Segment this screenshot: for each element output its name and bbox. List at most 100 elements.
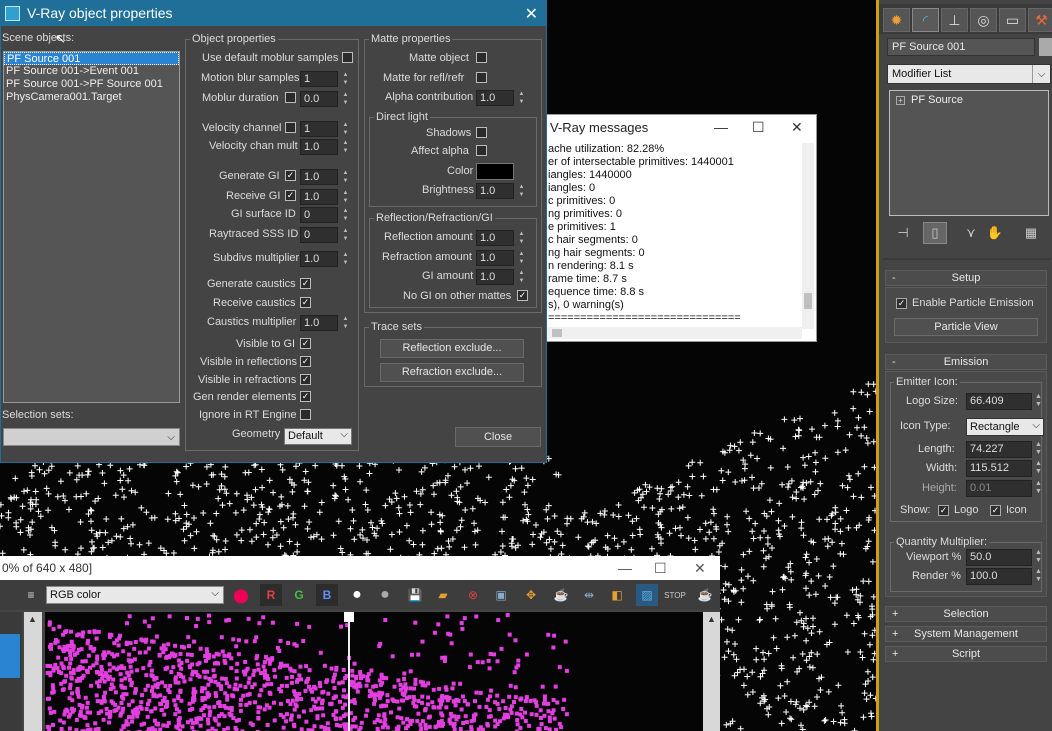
width-spinner[interactable]: ▲ ▼: [1034, 460, 1043, 477]
compare-handle[interactable]: [344, 612, 354, 622]
length-input[interactable]: 74.227: [966, 441, 1032, 458]
close-icon[interactable]: ✕: [791, 119, 803, 136]
generate-gi-input[interactable]: 1.0: [300, 169, 338, 185]
refraction-exclude-button[interactable]: Refraction exclude...: [380, 363, 524, 382]
minimize-icon[interactable]: —: [618, 560, 632, 576]
save-icon[interactable]: 💾: [404, 584, 426, 606]
enable-emission-checkbox[interactable]: ✓: [896, 298, 907, 309]
raytraced-sss-id-input[interactable]: 0: [300, 227, 338, 243]
matte-for-refl-checkbox[interactable]: [476, 72, 487, 83]
list-item[interactable]: PF Source 001: [4, 52, 179, 65]
modifier-stack[interactable]: + PF Source: [889, 90, 1049, 216]
render-percent-spinner[interactable]: ▲ ▼: [1034, 568, 1043, 585]
object-name-field[interactable]: PF Source 001: [887, 38, 1035, 56]
lens-effects-icon[interactable]: ▨: [636, 584, 658, 606]
moblur-duration-checkbox[interactable]: [285, 92, 296, 103]
gi-surface-id-input[interactable]: 0: [300, 207, 338, 223]
menu-icon[interactable]: ≡: [20, 584, 42, 606]
receive-caustics-checkbox[interactable]: ✓: [300, 297, 311, 308]
scroll-up-icon[interactable]: ▲: [28, 614, 37, 624]
generate-caustics-checkbox[interactable]: ✓: [300, 278, 311, 289]
receive-gi-input[interactable]: 1.0: [300, 189, 338, 205]
alpha-contribution-input[interactable]: 1.0: [476, 90, 514, 106]
motion-tab-icon[interactable]: ◎: [970, 8, 997, 32]
no-gi-other-mattes-checkbox[interactable]: ✓: [517, 290, 528, 301]
scrollbar-thumb[interactable]: [552, 329, 562, 337]
close-icon[interactable]: ✕: [694, 560, 706, 577]
affect-alpha-checkbox[interactable]: [476, 145, 487, 156]
stop-icon[interactable]: STOP: [664, 584, 686, 606]
make-unique-icon[interactable]: ⋎: [959, 222, 983, 244]
selection-rollout-header[interactable]: + Selection: [885, 606, 1047, 622]
pin-stack-icon[interactable]: ⊣: [891, 222, 915, 244]
stack-item-pf-source[interactable]: + PF Source: [896, 94, 963, 106]
show-end-result-icon[interactable]: ▯: [923, 222, 947, 244]
height-input[interactable]: 0.01: [966, 480, 1032, 497]
caustics-multiplier-input[interactable]: 1.0: [300, 315, 338, 331]
velocity-channel-spinner[interactable]: ▲ ▼: [341, 121, 350, 137]
gi-amount-input[interactable]: 1.0: [476, 269, 514, 285]
viewport-percent-spinner[interactable]: ▲ ▼: [1034, 549, 1043, 566]
shadows-checkbox[interactable]: [476, 127, 487, 138]
velocity-chan-mult-input[interactable]: 1.0: [300, 139, 338, 155]
geometry-dropdown[interactable]: Default ⌵: [284, 428, 352, 445]
reflection-exclude-button[interactable]: Reflection exclude...: [380, 339, 524, 358]
teapot-icon[interactable]: ☕: [550, 584, 572, 606]
use-default-moblur-checkbox[interactable]: [342, 52, 353, 63]
icon-type-dropdown[interactable]: Rectangle ⌵: [966, 418, 1044, 436]
motion-blur-samples-input[interactable]: 1: [300, 71, 338, 87]
moblur-duration-input[interactable]: 0.0: [300, 91, 338, 107]
create-tab-icon[interactable]: ✹: [883, 8, 910, 32]
horizontal-scrollbar[interactable]: [548, 327, 802, 339]
show-logo-checkbox[interactable]: ✓: [938, 505, 949, 516]
gi-amount-spinner[interactable]: ▲ ▼: [517, 269, 526, 285]
open-folder-icon[interactable]: ▰: [432, 584, 454, 606]
mono-channel-icon[interactable]: ●: [374, 584, 396, 606]
motion-blur-samples-spinner[interactable]: ▲ ▼: [341, 71, 350, 87]
left-scrollbar[interactable]: ▲: [24, 612, 42, 731]
visible-in-reflections-checkbox[interactable]: ✓: [300, 356, 311, 367]
alpha-contribution-spinner[interactable]: ▲ ▼: [517, 90, 526, 106]
logo-size-input[interactable]: 66.409: [966, 393, 1032, 410]
scrollbar-thumb[interactable]: [804, 293, 812, 309]
display-tab-icon[interactable]: ▭: [999, 8, 1026, 32]
particle-view-button[interactable]: Particle View: [894, 318, 1038, 336]
reflection-amount-spinner[interactable]: ▲ ▼: [517, 230, 526, 246]
alpha-channel-icon[interactable]: ●: [346, 584, 368, 606]
script-rollout-header[interactable]: + Script: [885, 646, 1047, 662]
ignore-in-rt-engine-checkbox[interactable]: [300, 409, 311, 420]
scroll-up-icon[interactable]: ▲: [707, 614, 716, 624]
close-button[interactable]: Close: [455, 427, 541, 447]
generate-gi-checkbox[interactable]: ✓: [285, 170, 296, 181]
raytraced-sss-id-spinner[interactable]: ▲ ▼: [341, 227, 350, 243]
modifier-list-dropdown[interactable]: Modifier List ⌵: [887, 64, 1051, 84]
velocity-channel-input[interactable]: 1: [300, 121, 338, 137]
history-thumbnail[interactable]: [0, 634, 20, 678]
velocity-channel-checkbox[interactable]: [285, 122, 296, 133]
selection-sets-dropdown[interactable]: ⌵: [3, 428, 180, 446]
caustics-multiplier-spinner[interactable]: ▲ ▼: [341, 315, 350, 331]
brightness-input[interactable]: 1.0: [476, 183, 514, 199]
channel-dropdown[interactable]: RGB color ⌵: [46, 586, 224, 604]
refraction-amount-input[interactable]: 1.0: [476, 250, 514, 266]
width-input[interactable]: 115.512: [966, 460, 1032, 477]
refraction-amount-spinner[interactable]: ▲ ▼: [517, 250, 526, 266]
system-management-rollout-header[interactable]: + System Management: [885, 626, 1047, 642]
expand-icon[interactable]: +: [896, 95, 905, 105]
red-channel-button[interactable]: R: [260, 584, 282, 606]
ab-compare-icon[interactable]: ⇹: [578, 584, 600, 606]
maximize-icon[interactable]: ☐: [654, 560, 667, 577]
generate-gi-spinner[interactable]: ▲ ▼: [341, 169, 350, 185]
show-icon-checkbox[interactable]: ✓: [990, 505, 1001, 516]
list-item[interactable]: PF Source 001->PF Source 001: [4, 78, 179, 91]
visible-to-gi-checkbox[interactable]: ✓: [300, 338, 311, 349]
visible-in-refractions-checkbox[interactable]: ✓: [300, 374, 311, 385]
setup-rollout-header[interactable]: - Setup: [885, 270, 1047, 286]
compare-divider[interactable]: [348, 612, 350, 731]
color-correction-icon[interactable]: ◧: [606, 584, 628, 606]
utilities-tab-icon[interactable]: ⚒: [1028, 8, 1052, 32]
gi-surface-id-spinner[interactable]: ▲ ▼: [341, 207, 350, 223]
rendered-image[interactable]: [45, 612, 703, 731]
logo-size-spinner[interactable]: ▲ ▼: [1034, 393, 1043, 410]
render-teapot-icon[interactable]: ☕: [694, 584, 716, 606]
